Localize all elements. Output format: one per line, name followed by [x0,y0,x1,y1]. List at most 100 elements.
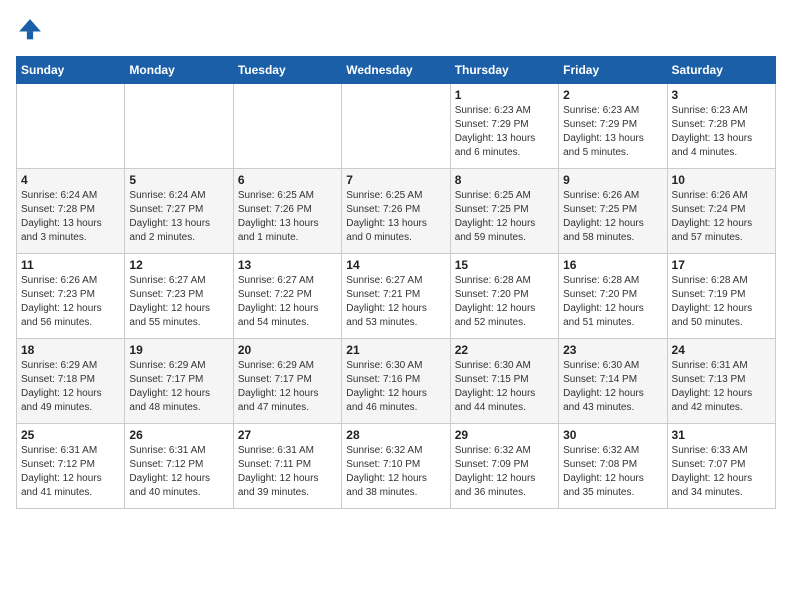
day-info: Sunrise: 6:29 AM Sunset: 7:17 PM Dayligh… [238,359,337,415]
day-number: 18 [21,343,120,357]
weekday-header: Wednesday [342,57,450,84]
day-info: Sunrise: 6:27 AM Sunset: 7:21 PM Dayligh… [346,274,445,330]
day-number: 12 [129,258,228,272]
calendar-cell: 12 Sunrise: 6:27 AM Sunset: 7:23 PM Dayli… [125,254,233,339]
calendar-cell: 18 Sunrise: 6:29 AM Sunset: 7:18 PM Dayli… [17,339,125,424]
calendar-cell: 31 Sunrise: 6:33 AM Sunset: 7:07 PM Dayli… [667,424,775,509]
day-number: 2 [563,88,662,102]
day-info: Sunrise: 6:23 AM Sunset: 7:29 PM Dayligh… [563,104,662,160]
day-info: Sunrise: 6:27 AM Sunset: 7:22 PM Dayligh… [238,274,337,330]
calendar-week-row: 18 Sunrise: 6:29 AM Sunset: 7:18 PM Dayli… [17,339,776,424]
weekday-header: Thursday [450,57,558,84]
day-number: 30 [563,428,662,442]
calendar-cell: 16 Sunrise: 6:28 AM Sunset: 7:20 PM Dayli… [559,254,667,339]
day-number: 22 [455,343,554,357]
weekday-header: Saturday [667,57,775,84]
logo-icon [16,16,44,44]
calendar-cell: 4 Sunrise: 6:24 AM Sunset: 7:28 PM Daylig… [17,169,125,254]
day-info: Sunrise: 6:25 AM Sunset: 7:26 PM Dayligh… [346,189,445,245]
day-info: Sunrise: 6:32 AM Sunset: 7:10 PM Dayligh… [346,444,445,500]
page-header [16,16,776,44]
calendar-cell: 21 Sunrise: 6:30 AM Sunset: 7:16 PM Dayli… [342,339,450,424]
calendar-cell: 29Sunrise: 6:32 AM Sunset: 7:09 PM Dayli… [450,424,558,509]
calendar-cell: 14 Sunrise: 6:27 AM Sunset: 7:21 PM Dayli… [342,254,450,339]
calendar-cell: 13 Sunrise: 6:27 AM Sunset: 7:22 PM Dayli… [233,254,341,339]
day-info: Sunrise: 6:30 AM Sunset: 7:15 PM Dayligh… [455,359,554,415]
calendar-cell [233,84,341,169]
day-number: 6 [238,173,337,187]
day-info: Sunrise: 6:32 AM Sunset: 7:08 PM Dayligh… [563,444,662,500]
day-info: Sunrise: 6:28 AM Sunset: 7:20 PM Dayligh… [563,274,662,330]
day-number: 5 [129,173,228,187]
weekday-header: Monday [125,57,233,84]
calendar-cell: 24Sunrise: 6:31 AM Sunset: 7:13 PM Dayli… [667,339,775,424]
day-number: 16 [563,258,662,272]
calendar-cell: 3 Sunrise: 6:23 AM Sunset: 7:28 PM Daylig… [667,84,775,169]
day-info: Sunrise: 6:30 AM Sunset: 7:14 PM Dayligh… [563,359,662,415]
calendar-cell: 22 Sunrise: 6:30 AM Sunset: 7:15 PM Dayli… [450,339,558,424]
day-info: Sunrise: 6:26 AM Sunset: 7:25 PM Dayligh… [563,189,662,245]
logo [16,16,48,44]
calendar-cell: 27 Sunrise: 6:31 AM Sunset: 7:11 PM Dayli… [233,424,341,509]
calendar-cell: 8 Sunrise: 6:25 AM Sunset: 7:25 PM Daylig… [450,169,558,254]
day-number: 25 [21,428,120,442]
day-number: 20 [238,343,337,357]
day-info: Sunrise: 6:26 AM Sunset: 7:24 PM Dayligh… [672,189,771,245]
day-number: 1 [455,88,554,102]
day-number: 28 [346,428,445,442]
weekday-header: Tuesday [233,57,341,84]
day-info: Sunrise: 6:28 AM Sunset: 7:20 PM Dayligh… [455,274,554,330]
day-info: Sunrise: 6:33 AM Sunset: 7:07 PM Dayligh… [672,444,771,500]
calendar-week-row: 25 Sunrise: 6:31 AM Sunset: 7:12 PM Dayli… [17,424,776,509]
day-number: 11 [21,258,120,272]
day-info: Sunrise: 6:24 AM Sunset: 7:28 PM Dayligh… [21,189,120,245]
calendar-cell: 2 Sunrise: 6:23 AM Sunset: 7:29 PM Daylig… [559,84,667,169]
calendar-cell [342,84,450,169]
day-number: 31 [672,428,771,442]
calendar-cell: 28 Sunrise: 6:32 AM Sunset: 7:10 PM Dayli… [342,424,450,509]
weekday-header: Friday [559,57,667,84]
day-number: 15 [455,258,554,272]
calendar-cell: 1Sunrise: 6:23 AM Sunset: 7:29 PM Daylig… [450,84,558,169]
day-number: 26 [129,428,228,442]
day-number: 29 [455,428,554,442]
weekday-header-row: SundayMondayTuesdayWednesdayThursdayFrid… [17,57,776,84]
calendar-cell: 7Sunrise: 6:25 AM Sunset: 7:26 PM Daylig… [342,169,450,254]
day-info: Sunrise: 6:31 AM Sunset: 7:12 PM Dayligh… [21,444,120,500]
calendar-cell: 30 Sunrise: 6:32 AM Sunset: 7:08 PM Dayli… [559,424,667,509]
day-number: 27 [238,428,337,442]
day-number: 14 [346,258,445,272]
calendar-cell [125,84,233,169]
day-info: Sunrise: 6:31 AM Sunset: 7:13 PM Dayligh… [672,359,771,415]
calendar-table: SundayMondayTuesdayWednesdayThursdayFrid… [16,56,776,509]
day-number: 13 [238,258,337,272]
calendar-cell: 6 Sunrise: 6:25 AM Sunset: 7:26 PM Daylig… [233,169,341,254]
day-number: 3 [672,88,771,102]
day-number: 8 [455,173,554,187]
calendar-cell: 26 Sunrise: 6:31 AM Sunset: 7:12 PM Dayli… [125,424,233,509]
day-info: Sunrise: 6:27 AM Sunset: 7:23 PM Dayligh… [129,274,228,330]
calendar-cell: 11 Sunrise: 6:26 AM Sunset: 7:23 PM Dayli… [17,254,125,339]
day-info: Sunrise: 6:26 AM Sunset: 7:23 PM Dayligh… [21,274,120,330]
day-number: 9 [563,173,662,187]
calendar-cell: 9 Sunrise: 6:26 AM Sunset: 7:25 PM Daylig… [559,169,667,254]
day-info: Sunrise: 6:31 AM Sunset: 7:11 PM Dayligh… [238,444,337,500]
calendar-cell: 15 Sunrise: 6:28 AM Sunset: 7:20 PM Dayli… [450,254,558,339]
day-number: 10 [672,173,771,187]
day-number: 23 [563,343,662,357]
calendar-cell [17,84,125,169]
day-info: Sunrise: 6:25 AM Sunset: 7:25 PM Dayligh… [455,189,554,245]
day-info: Sunrise: 6:31 AM Sunset: 7:12 PM Dayligh… [129,444,228,500]
day-info: Sunrise: 6:25 AM Sunset: 7:26 PM Dayligh… [238,189,337,245]
day-info: Sunrise: 6:23 AM Sunset: 7:28 PM Dayligh… [672,104,771,160]
day-info: Sunrise: 6:30 AM Sunset: 7:16 PM Dayligh… [346,359,445,415]
calendar-week-row: 1 Sunrise: 6:23 AM Sunset: 7:29 PM Daylig… [17,84,776,169]
day-info: Sunrise: 6:29 AM Sunset: 7:18 PM Dayligh… [21,359,120,415]
calendar-week-row: 4 Sunrise: 6:24 AM Sunset: 7:28 PM Daylig… [17,169,776,254]
calendar-cell: 19Sunrise: 6:29 AM Sunset: 7:17 PM Dayli… [125,339,233,424]
day-number: 21 [346,343,445,357]
weekday-header: Sunday [17,57,125,84]
calendar-cell: 10 Sunrise: 6:26 AM Sunset: 7:24 PM Dayli… [667,169,775,254]
day-info: Sunrise: 6:24 AM Sunset: 7:27 PM Dayligh… [129,189,228,245]
day-number: 4 [21,173,120,187]
